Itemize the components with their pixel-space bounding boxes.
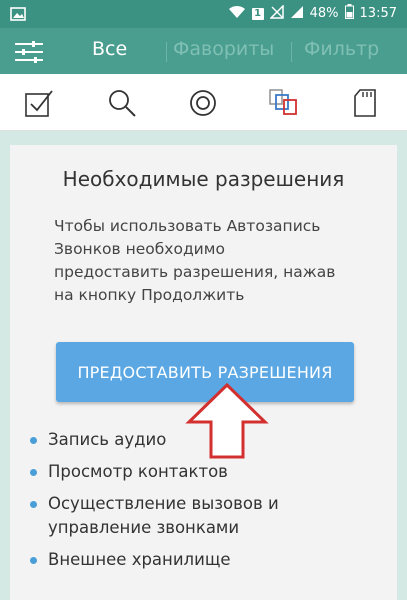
signal-icon — [290, 5, 304, 23]
tab-divider — [166, 42, 167, 62]
dialog-title: Необходимые разрешения — [62, 167, 345, 191]
tab-divider — [291, 42, 292, 62]
bullet-icon — [30, 501, 37, 508]
sd-card-icon[interactable] — [352, 88, 378, 122]
list-item: Просмотр контактов — [30, 460, 390, 484]
tab-all[interactable]: Все — [92, 38, 127, 60]
permissions-dialog: Необходимые разрешения Чтобы использоват… — [10, 145, 397, 600]
permission-label: Осуществление вызовов и — [48, 494, 279, 513]
battery-percent: 48% — [309, 6, 339, 21]
bullet-icon — [30, 469, 37, 476]
sim-icon: 1 — [251, 7, 264, 20]
checkbox-icon[interactable] — [24, 88, 54, 122]
battery-icon — [344, 4, 354, 23]
tab-filter[interactable]: Фильтр — [304, 38, 379, 60]
list-item: Внешнее хранилище — [30, 548, 390, 572]
dialog-message-line: предоставить разрешения, нажав — [54, 263, 336, 281]
permission-label: Просмотр контактов — [48, 462, 228, 481]
permission-label: управление звонками — [48, 518, 240, 537]
toolbar — [0, 74, 407, 131]
record-icon[interactable] — [188, 88, 218, 122]
permission-label: Запись аудио — [48, 430, 167, 449]
dialog-message-line: Звонков необходимо — [54, 240, 225, 258]
dialog-message: Чтобы использовать Автозапись Звонков не… — [54, 215, 374, 307]
app-bar: Все Фавориты Фильтр — [0, 28, 407, 74]
list-item: Осуществление вызовов и управление звонк… — [30, 492, 390, 540]
dialog-message-line: на кнопку Продолжить — [54, 286, 245, 304]
bullet-icon — [30, 557, 37, 564]
status-bar: 1 48% 13:57 — [0, 0, 407, 28]
dialog-message-line: Чтобы использовать Автозапись — [54, 217, 321, 235]
tab-favorites[interactable]: Фавориты — [173, 38, 274, 60]
search-icon[interactable] — [107, 88, 137, 122]
permission-label: Внешнее хранилище — [48, 550, 231, 569]
copy-icon[interactable] — [268, 88, 300, 122]
bullet-icon — [30, 437, 37, 444]
filter-settings-icon[interactable] — [14, 40, 44, 68]
permissions-list: Запись аудио Просмотр контактов Осуществ… — [30, 428, 390, 580]
wifi-icon — [228, 5, 246, 23]
list-item: Запись аудио — [30, 428, 390, 452]
no-signal-icon — [268, 3, 284, 23]
gallery-notification-icon — [10, 6, 26, 25]
clock: 13:57 — [359, 6, 397, 21]
